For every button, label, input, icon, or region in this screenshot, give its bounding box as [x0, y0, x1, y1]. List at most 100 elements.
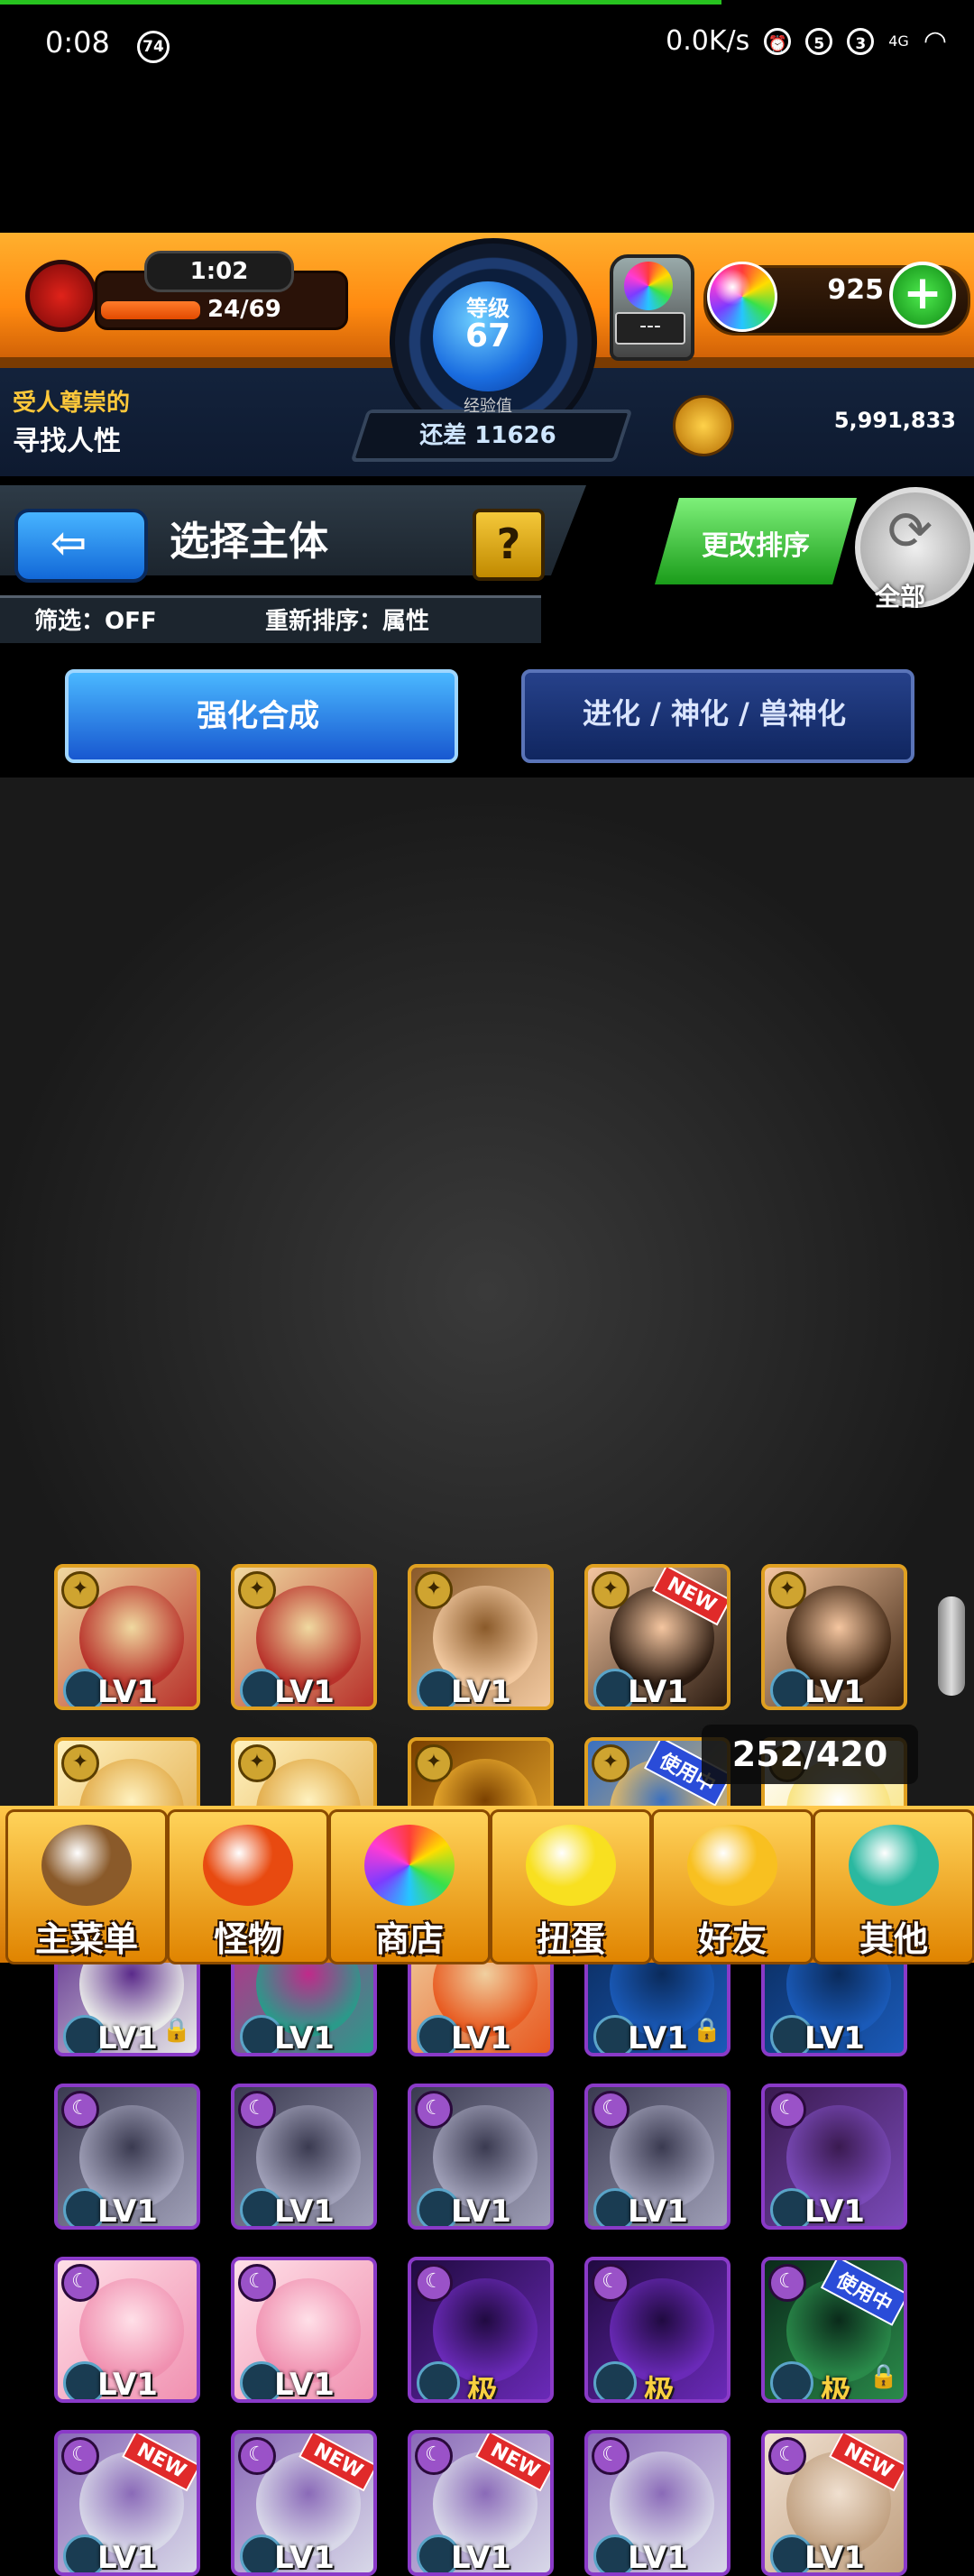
back-arrow-icon: ⇦ [51, 518, 87, 568]
filter-toggle[interactable]: 筛选：OFF [34, 603, 157, 636]
signal-type: 4G [888, 32, 909, 50]
monster-level: LV1 [274, 2020, 335, 2056]
monster-card[interactable]: ☾ LV1 [408, 2084, 554, 2230]
monster-level: LV1 [451, 2540, 511, 2576]
monster-level: LV1 [274, 1674, 335, 1710]
light-attribute-icon: ✦ [61, 1744, 99, 1782]
orb-icon [707, 262, 777, 332]
castle-icon [41, 1825, 132, 1906]
dragon-icon [203, 1825, 293, 1906]
tab-label: 好友 [697, 1919, 767, 1959]
monster-level: LV1 [274, 2367, 335, 2403]
tab-shop[interactable]: 商店 [328, 1809, 491, 1964]
dark-attribute-icon: ☾ [61, 2437, 99, 2475]
monster-box: ✦LV1✦LV1✦LV1✦LV1NEW✦LV1✦LV1✦LV1✦LV1✦极使用中… [0, 777, 974, 2576]
tab-evolve-label: 进化 / 神化 / 兽神化 [583, 696, 846, 731]
monster-level: LV1 [97, 2540, 158, 2576]
network-speed: 0.0K/s [666, 25, 750, 57]
monster-card[interactable]: ☾ LV1 [584, 2430, 730, 2576]
monster-card[interactable]: ✦ LV1 NEW [584, 1564, 730, 1710]
dark-attribute-icon: ☾ [768, 2437, 806, 2475]
tab-main-menu[interactable]: 主菜单 [5, 1809, 168, 1964]
soul-icon [770, 2361, 813, 2399]
monster-card[interactable]: ☾ LV1 [54, 2257, 200, 2403]
scrollbar-thumb[interactable] [938, 1596, 965, 1696]
monster-level: LV1 [628, 2194, 688, 2230]
loading-progress-line [0, 0, 721, 5]
dark-attribute-icon: ☾ [238, 2091, 276, 2129]
tab-label: 商店 [374, 1919, 444, 1959]
monster-card[interactable]: ✦ LV1 [231, 1564, 377, 1710]
dark-attribute-icon: ☾ [61, 2264, 99, 2302]
alarm-icon: ⏰ [764, 27, 792, 55]
monster-card[interactable]: ☾ LV1 [54, 2084, 200, 2230]
monster-level: LV1 [97, 2367, 158, 2403]
tab-other[interactable]: 其他 [813, 1809, 974, 1964]
notification-count-badge: 74 [137, 31, 170, 63]
monster-card[interactable]: ☾ 极 [584, 2257, 730, 2403]
orb-machine-ball-icon [624, 262, 673, 310]
tab-friends[interactable]: 好友 [651, 1809, 813, 1964]
dark-attribute-icon: ☾ [592, 2091, 629, 2129]
help-button[interactable]: ? [473, 509, 545, 581]
monster-card[interactable]: ✦ LV1 [54, 1564, 200, 1710]
monster-card[interactable]: ☾ LV1 [231, 2257, 377, 2403]
orb-icon [364, 1825, 455, 1906]
orb-machine-slot: --- [615, 312, 685, 345]
gold-value: 5,991,833 [833, 408, 956, 433]
dark-attribute-icon: ☾ [592, 2264, 629, 2302]
stamina-icon [25, 260, 97, 332]
wifi-icon: ◠ [923, 25, 947, 57]
tab-gacha[interactable]: 扭蛋 [490, 1809, 652, 1964]
stamina-value: 24/69 [207, 296, 281, 323]
light-attribute-icon: ✦ [238, 1571, 276, 1609]
monster-card[interactable]: ☾ LV1 [761, 2084, 907, 2230]
light-attribute-icon: ✦ [238, 1744, 276, 1782]
orb-count: 925 [827, 274, 884, 306]
light-attribute-icon: ✦ [415, 1744, 453, 1782]
monster-level: LV1 [628, 2020, 688, 2056]
light-attribute-icon: ✦ [768, 1571, 806, 1609]
monster-card[interactable]: ☾ LV1 NEW [408, 2430, 554, 2576]
monster-card[interactable]: ✦ LV1 [408, 1564, 554, 1710]
dark-attribute-icon: ☾ [238, 2437, 276, 2475]
dark-attribute-icon: ☾ [238, 2264, 276, 2302]
player-title-line1: 受人尊崇的 [13, 390, 131, 417]
tab-monsters[interactable]: 怪物 [167, 1809, 329, 1964]
monster-card[interactable]: ☾ LV1 [231, 2084, 377, 2230]
monster-level: LV1 [628, 2540, 688, 2576]
dark-attribute-icon: ☾ [768, 2264, 806, 2302]
soul-icon [593, 2361, 637, 2399]
egg-icon [526, 1825, 616, 1906]
monster-level: LV1 [274, 2194, 335, 2230]
status-icons: 0.0K/s ⏰ 5 3 4G ◠ [666, 25, 947, 57]
monster-card[interactable]: ✦ LV1 [761, 1564, 907, 1710]
light-attribute-icon: ✦ [592, 1744, 629, 1782]
exp-label: 经验值 [464, 397, 512, 416]
monster-card[interactable]: ☾ LV1 NEW [54, 2430, 200, 2576]
monster-card[interactable]: ☾ LV1 NEW [231, 2430, 377, 2576]
player-title-line2: 寻找人性 [13, 426, 121, 457]
page-title: 选择主体 [170, 519, 328, 565]
monster-level: LV1 [804, 1674, 865, 1710]
soul-icon [417, 2361, 460, 2399]
monster-level: LV1 [804, 2194, 865, 2230]
all-label: 全部 [875, 582, 926, 612]
buy-orbs-button[interactable]: + [889, 262, 956, 328]
monster-level: 极 [821, 2374, 851, 2403]
stamina-timer: 1:02 [144, 251, 294, 292]
monster-card[interactable]: ☾ 极 [408, 2257, 554, 2403]
monster-level: LV1 [97, 1674, 158, 1710]
monster-card[interactable]: ☾ 极使用中 🔒 [761, 2257, 907, 2403]
sort-mode[interactable]: 重新排序：属性 [265, 603, 429, 636]
dark-attribute-icon: ☾ [768, 2091, 806, 2129]
tab-enhance-label: 强化合成 [197, 698, 319, 734]
monster-level: LV1 [451, 1674, 511, 1710]
monster-card[interactable]: ☾ LV1 [584, 2084, 730, 2230]
monster-level: LV1 [804, 2020, 865, 2056]
lock-icon: 🔒 [868, 2363, 898, 2390]
monster-card[interactable]: ☾ LV1 NEW [761, 2430, 907, 2576]
dark-attribute-icon: ☾ [61, 2091, 99, 2129]
dark-attribute-icon: ☾ [415, 2437, 453, 2475]
monster-level: LV1 [451, 2194, 511, 2230]
